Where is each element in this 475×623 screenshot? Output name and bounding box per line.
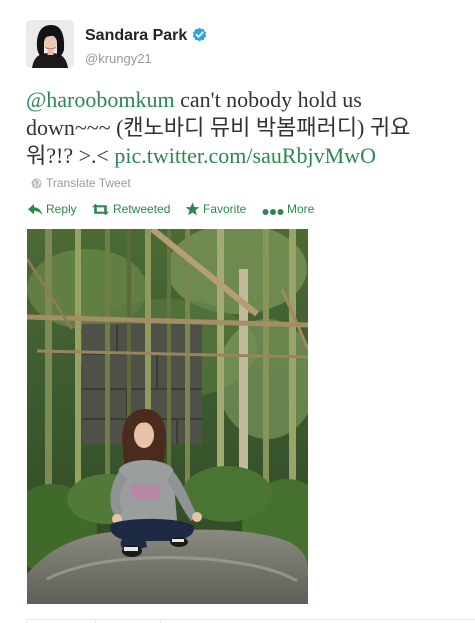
retweet-icon <box>92 203 109 216</box>
display-name[interactable]: Sandara Park <box>85 27 207 45</box>
avatar[interactable] <box>26 20 74 68</box>
reply-arrow-icon <box>28 204 43 215</box>
tweet-card: Sandara Park @krungy21 @haroobomkum can'… <box>0 0 475 623</box>
footer-tick <box>95 619 96 623</box>
footer-tick <box>160 619 161 623</box>
translate-label: Translate Tweet <box>46 176 131 190</box>
more-dots-icon <box>262 209 284 215</box>
retweeted-label: Retweeted <box>113 202 171 216</box>
verified-badge-icon <box>193 27 207 42</box>
screen-name[interactable]: @krungy21 <box>85 51 152 66</box>
globe-icon <box>31 178 42 189</box>
pic-link[interactable]: pic.twitter.com/sauRbjvMwO <box>114 143 376 168</box>
avatar-portrait-icon <box>26 20 74 68</box>
display-name-text: Sandara Park <box>85 27 188 44</box>
tweet-photo[interactable] <box>27 229 308 604</box>
reply-label: Reply <box>46 202 77 216</box>
reply-button[interactable]: Reply <box>27 202 77 216</box>
star-icon <box>185 202 200 216</box>
favorite-button[interactable]: Favorite <box>185 202 246 216</box>
footer-divider <box>26 619 475 620</box>
mention-link[interactable]: @haroobomkum <box>26 87 175 112</box>
tweet-text: @haroobomkum can't nobody hold us down~~… <box>26 86 446 170</box>
more-button[interactable]: More <box>262 202 314 216</box>
more-label: More <box>287 202 315 216</box>
translate-tweet[interactable]: Translate Tweet <box>31 176 131 190</box>
retweet-button[interactable]: Retweeted <box>91 202 170 216</box>
favorite-label: Favorite <box>203 202 247 216</box>
footer-tick <box>26 619 27 623</box>
